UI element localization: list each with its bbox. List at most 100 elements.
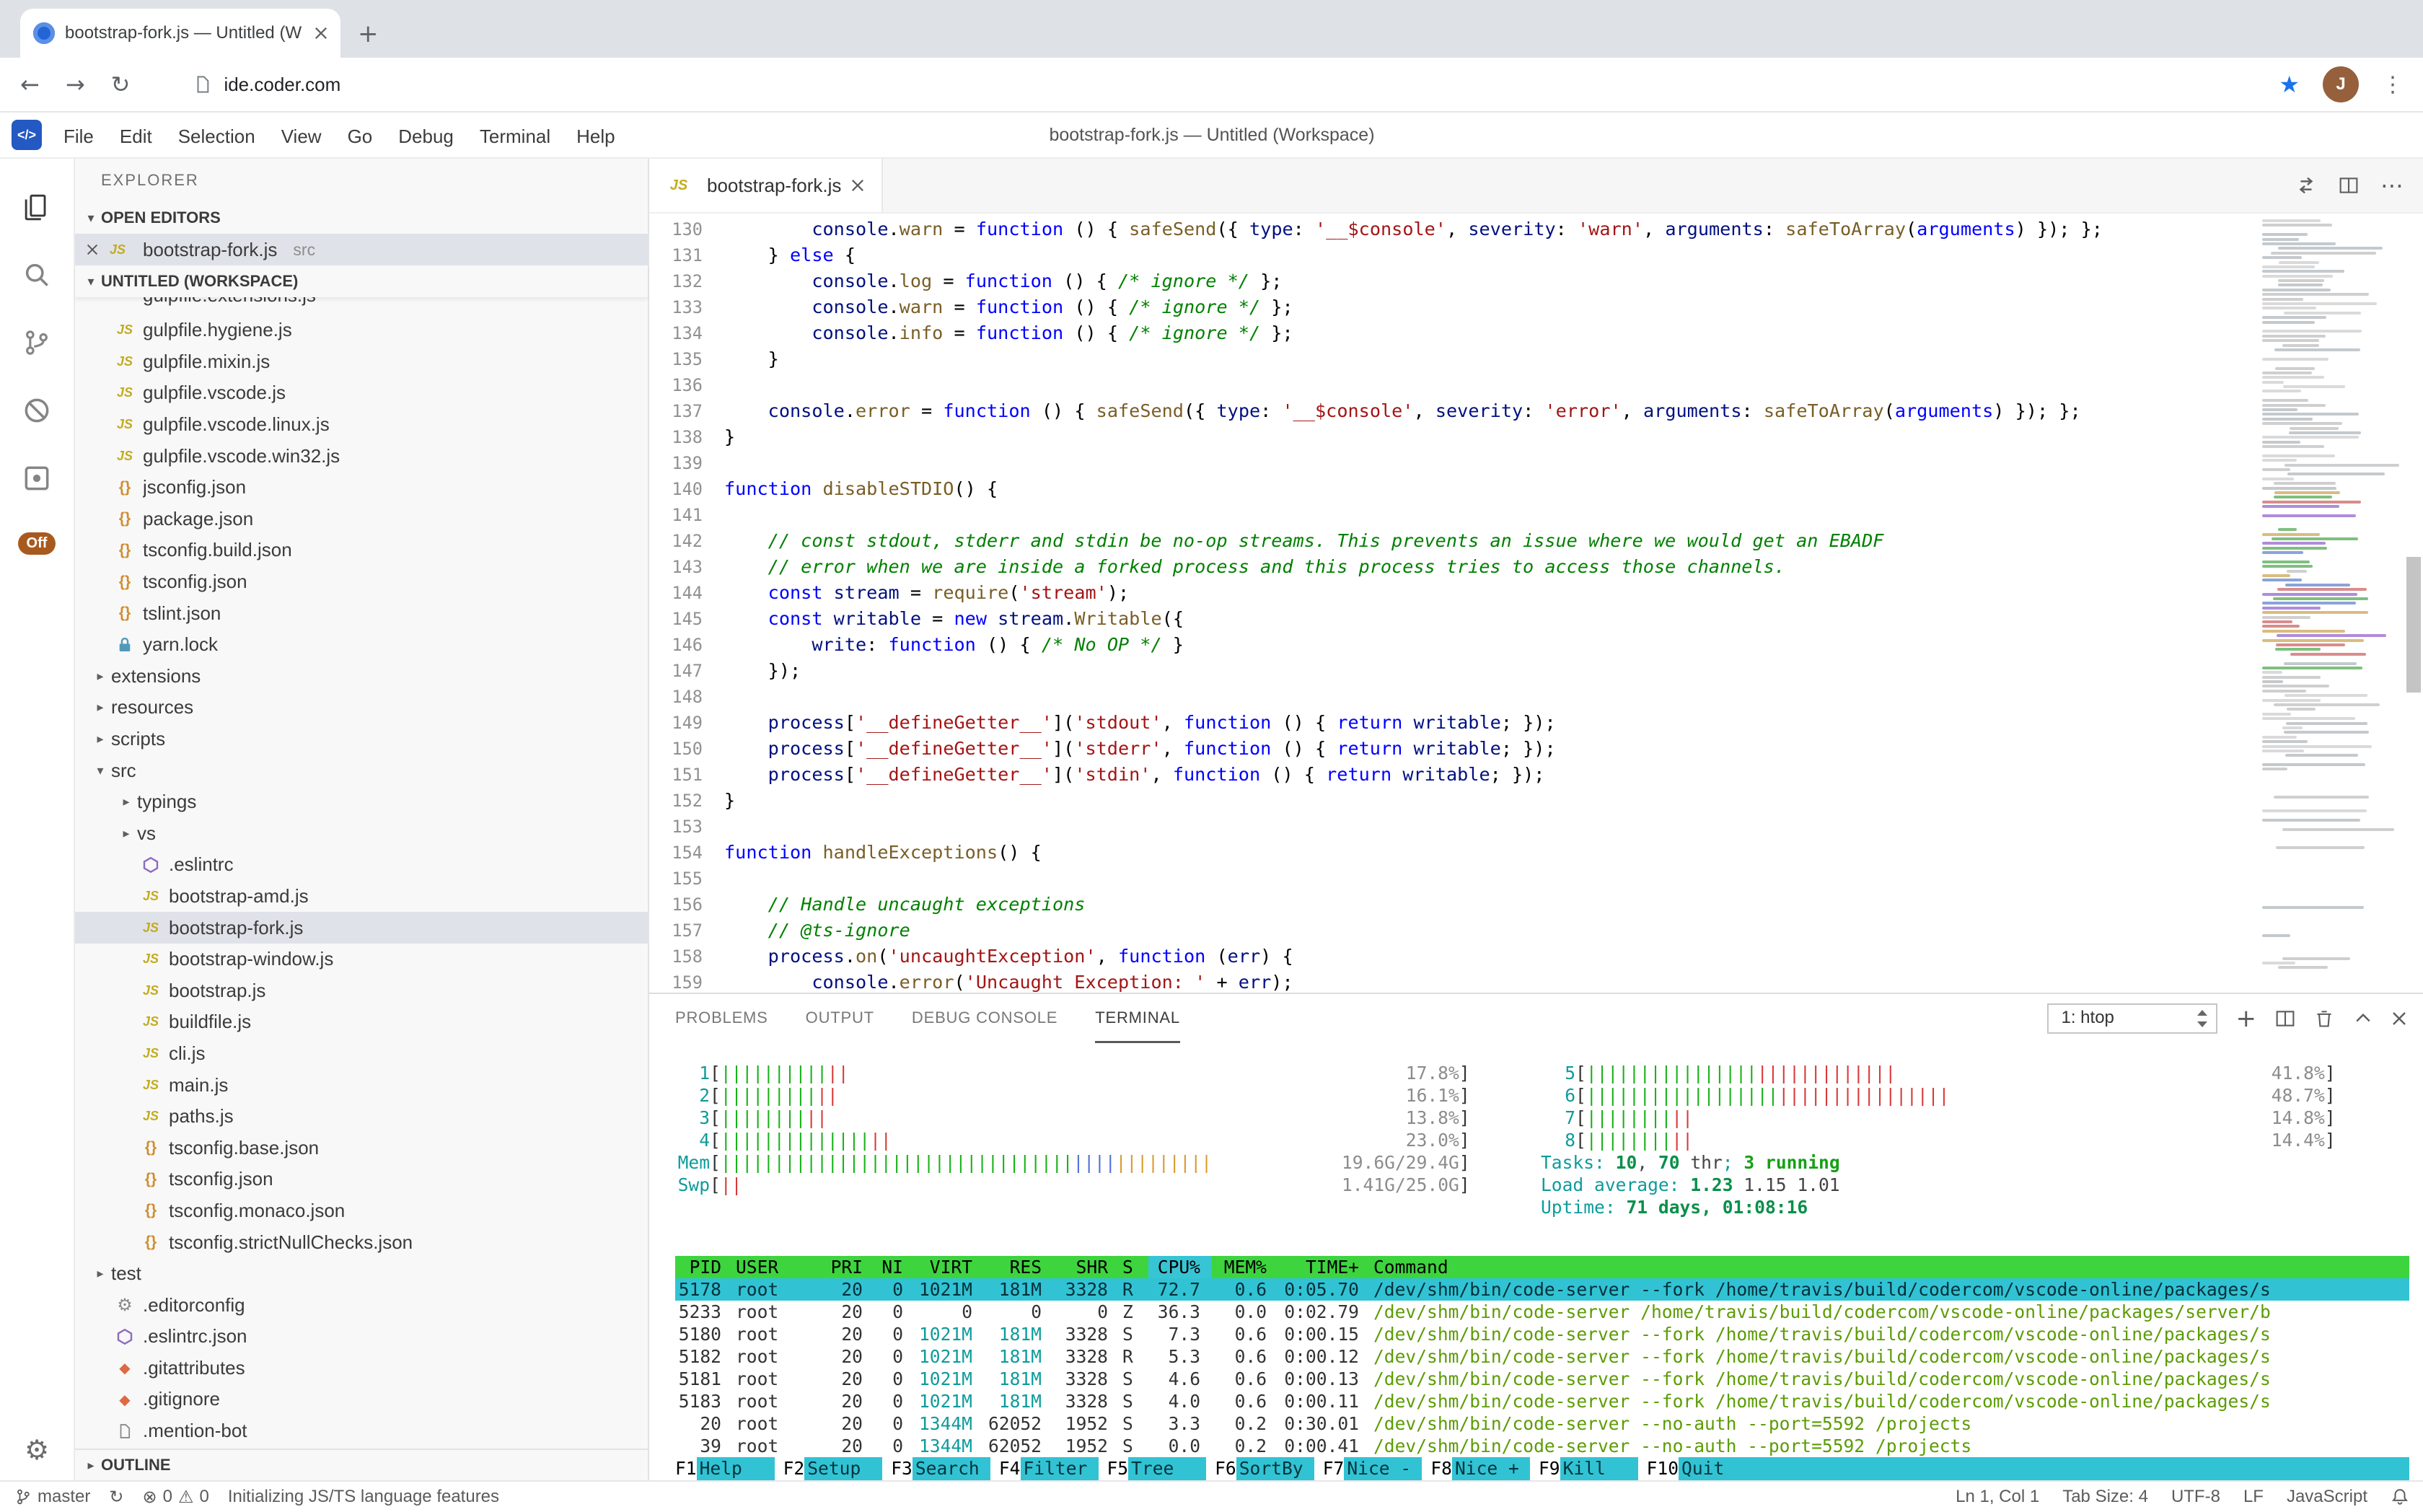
fkey-f3[interactable]: F3 [882, 1457, 913, 1480]
tree-folder-src[interactable]: ▾src [75, 755, 648, 786]
column-header-pri[interactable]: PRI [822, 1256, 874, 1278]
tree-item-jsconfig.json[interactable]: {}jsconfig.json [75, 472, 648, 504]
code-line-153[interactable]: 153 [649, 814, 2251, 840]
code-line-141[interactable]: 141 [649, 502, 2251, 528]
tree-item-tsconfig.json[interactable]: {}tsconfig.json [75, 566, 648, 598]
code-line-151[interactable]: 151 process['__defineGetter__']('stdin',… [649, 762, 2251, 788]
settings-gear-icon[interactable]: ⚙ [25, 1434, 49, 1466]
code-line-145[interactable]: 145 const writable = new stream.Writable… [649, 606, 2251, 632]
workspace-header[interactable]: ▾ UNTITLED (WORKSPACE) [75, 265, 648, 297]
tree-folder-extensions[interactable]: ▸extensions [75, 661, 648, 693]
menu-help[interactable]: Help [563, 126, 628, 147]
tree-item-package.json[interactable]: {}package.json [75, 504, 648, 535]
code-line-158[interactable]: 158 process.on('uncaughtException', func… [649, 944, 2251, 970]
tree-item-tsconfig.json[interactable]: {}tsconfig.json [75, 1164, 648, 1195]
code-line-149[interactable]: 149 process['__defineGetter__']('stdout'… [649, 710, 2251, 736]
tab-size[interactable]: Tab Size: 4 [2062, 1487, 2148, 1507]
code-line-139[interactable]: 139 [649, 450, 2251, 476]
tree-item-bootstrap-amd.js[interactable]: JSbootstrap-amd.js [75, 881, 648, 913]
tree-item-.gitattributes[interactable]: ◆.gitattributes [75, 1353, 648, 1384]
fkey-f8[interactable]: F8 [1422, 1457, 1452, 1480]
column-header-cpupct[interactable]: CPU% [1148, 1256, 1212, 1278]
tree-item-tsconfig.base.json[interactable]: {}tsconfig.base.json [75, 1132, 648, 1164]
encoding[interactable]: UTF-8 [2171, 1487, 2220, 1507]
code-line-142[interactable]: 142 // const stdout, stderr and stdin be… [649, 528, 2251, 554]
bookmark-star-icon[interactable]: ★ [2279, 71, 2300, 98]
fkey-f5[interactable]: F5 [1099, 1457, 1129, 1480]
code-line-133[interactable]: 133 console.warn = function () { /* igno… [649, 294, 2251, 320]
tree-item-.gitignore[interactable]: ◆.gitignore [75, 1384, 648, 1415]
menu-debug[interactable]: Debug [385, 126, 467, 147]
code-area[interactable]: 130 console.warn = function () { safeSen… [649, 214, 2251, 993]
tree-item-tslint.json[interactable]: {}tslint.json [75, 597, 648, 629]
fkey-action-filter[interactable]: Filter [1021, 1457, 1099, 1480]
code-line-138[interactable]: 138} [649, 424, 2251, 450]
code-line-146[interactable]: 146 write: function () { /* No OP */ } [649, 632, 2251, 658]
problems-indicator[interactable]: ⊗ 0 ⚠ 0 [142, 1487, 208, 1507]
terminal[interactable]: 1[||||||||||||17.8%]2[|||||||||||16.1%]3… [649, 1043, 2423, 1480]
code-line-136[interactable]: 136 [649, 372, 2251, 398]
forward-icon[interactable]: → [66, 73, 85, 96]
language-mode[interactable]: JavaScript [2287, 1487, 2367, 1507]
tree-item-gulpfile.vscode.linux.js[interactable]: JSgulpfile.vscode.linux.js [75, 409, 648, 441]
column-header-pid[interactable]: PID [675, 1256, 733, 1278]
column-header-user[interactable]: USER [733, 1256, 822, 1278]
fkey-action-sortby[interactable]: SortBy [1236, 1457, 1314, 1480]
eol[interactable]: LF [2243, 1487, 2264, 1507]
new-tab-button[interactable]: + [358, 22, 379, 46]
tree-item-yarn.lock[interactable]: yarn.lock [75, 629, 648, 661]
tree-folder-vs[interactable]: ▸vs [75, 818, 648, 850]
tree-item-.eslintrc.json[interactable]: .eslintrc.json [75, 1321, 648, 1353]
fkey-action-help[interactable]: Help [697, 1457, 775, 1480]
column-header-command[interactable]: Command [1371, 1256, 2409, 1278]
column-header-s[interactable]: S [1120, 1256, 1148, 1278]
code-line-150[interactable]: 150 process['__defineGetter__']('stderr'… [649, 736, 2251, 762]
fkey-action-tree[interactable]: Tree [1128, 1457, 1206, 1480]
menu-edit[interactable]: Edit [107, 126, 165, 147]
menu-view[interactable]: View [268, 126, 335, 147]
fkey-action-quit[interactable]: Quit [1679, 1457, 1756, 1480]
tree-item-tsconfig.monaco.json[interactable]: {}tsconfig.monaco.json [75, 1195, 648, 1227]
tree-item-bootstrap.js[interactable]: JSbootstrap.js [75, 975, 648, 1006]
tree-item-cli.js[interactable]: JScli.js [75, 1038, 648, 1070]
outline-header[interactable]: ▸ OUTLINE [75, 1449, 648, 1480]
process-row-5180[interactable]: 5180root2001021M181M3328S7.30.60:00.15/d… [675, 1323, 2409, 1345]
open-changes-icon[interactable] [2295, 175, 2317, 196]
bell-icon[interactable] [2391, 1487, 2409, 1506]
code-line-154[interactable]: 154function handleExceptions() { [649, 840, 2251, 866]
process-row-5182[interactable]: 5182root2001021M181M3328R5.30.60:00.12/d… [675, 1345, 2409, 1368]
panel-tab-debug-console[interactable]: DEBUG CONSOLE [912, 994, 1057, 1043]
tree-item-gulpfile.mixin.js[interactable]: JSgulpfile.mixin.js [75, 346, 648, 378]
tree-folder-scripts[interactable]: ▸scripts [75, 724, 648, 755]
preview-icon[interactable] [2, 444, 71, 512]
tree-item-paths.js[interactable]: JSpaths.js [75, 1101, 648, 1133]
code-line-135[interactable]: 135 } [649, 346, 2251, 372]
address-bar[interactable]: ide.coder.com [156, 74, 2279, 96]
menu-go[interactable]: Go [335, 126, 386, 147]
open-editors-header[interactable]: ▾ OPEN EDITORS [75, 202, 648, 234]
column-header-shr[interactable]: SHR [1053, 1256, 1120, 1278]
extensions-disabled-icon[interactable] [2, 377, 71, 444]
editor-tab[interactable]: JS bootstrap-fork.js [649, 159, 883, 212]
tree-folder-typings[interactable]: ▸typings [75, 786, 648, 818]
tree-item-gulpfile.hygiene.js[interactable]: JSgulpfile.hygiene.js [75, 315, 648, 346]
kill-terminal-icon[interactable] [2314, 1008, 2334, 1029]
avatar[interactable]: J [2323, 66, 2359, 102]
panel-tab-output[interactable]: OUTPUT [806, 994, 874, 1043]
column-header-res[interactable]: RES [984, 1256, 1053, 1278]
tree-item-.eslintrc[interactable]: .eslintrc [75, 849, 648, 881]
fkey-action-search[interactable]: Search [913, 1457, 990, 1480]
off-badge[interactable]: Off [18, 532, 56, 555]
process-table-header[interactable]: PIDUSERPRINIVIRTRESSHRSCPU%MEM%TIME+Comm… [675, 1256, 2409, 1278]
code-line-148[interactable]: 148 [649, 684, 2251, 710]
column-header-mempct[interactable]: MEM% [1212, 1256, 1278, 1278]
editor-scrollbar[interactable] [2404, 214, 2423, 993]
code-line-134[interactable]: 134 console.info = function () { /* igno… [649, 320, 2251, 346]
terminal-picker[interactable]: 1: htop [2047, 1003, 2217, 1034]
page-info-icon[interactable] [193, 75, 212, 94]
process-row-5183[interactable]: 5183root2001021M181M3328S4.00.60:00.11/d… [675, 1390, 2409, 1412]
tree-item-tsconfig.build.json[interactable]: {}tsconfig.build.json [75, 535, 648, 566]
close-icon[interactable] [87, 244, 98, 255]
fkey-f1[interactable]: F1 [675, 1457, 697, 1480]
split-terminal-icon[interactable] [2275, 1008, 2295, 1029]
